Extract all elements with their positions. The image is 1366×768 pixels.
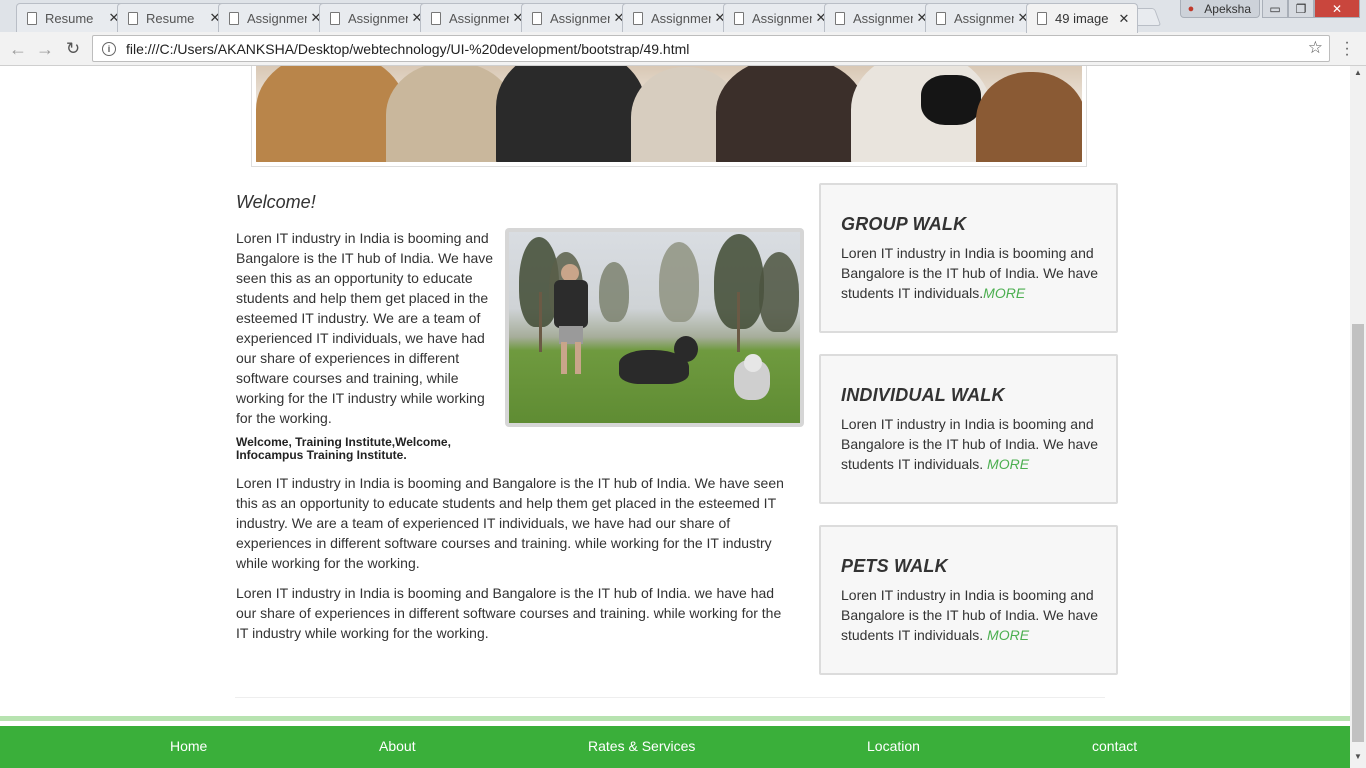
man-with-dogs-photo bbox=[509, 232, 800, 423]
browser-tab[interactable]: Resume ✕ bbox=[16, 3, 128, 32]
browser-tab[interactable]: Resume ✕ bbox=[117, 3, 229, 32]
browser-tab[interactable]: Assignment✕ bbox=[723, 3, 835, 32]
document-icon bbox=[734, 11, 744, 25]
profile-icon: ● bbox=[1187, 2, 1195, 15]
document-icon bbox=[936, 11, 946, 25]
footer-top-stripe bbox=[0, 716, 1350, 721]
bold-note: Welcome, Training Institute,Welcome, Inf… bbox=[236, 435, 451, 462]
browser-tab[interactable]: Assignment✕ bbox=[218, 3, 330, 32]
browser-tab[interactable]: Assignment✕ bbox=[521, 3, 633, 32]
maximize-button[interactable]: ❐ bbox=[1288, 0, 1314, 18]
browser-toolbar: ← → ↻ i file:///C:/Users/AKANKSHA/Deskto… bbox=[0, 32, 1366, 66]
footer-link-location[interactable]: Location bbox=[867, 738, 920, 754]
back-arrow-icon[interactable]: ← bbox=[6, 37, 30, 61]
browser-tab-strip: Resume✕ Resume✕ Assignment✕ Assignment✕ … bbox=[0, 0, 1366, 33]
more-link[interactable]: MORE bbox=[987, 627, 1029, 643]
document-icon bbox=[1037, 12, 1047, 25]
card-title: PETS WALK bbox=[841, 556, 948, 576]
browser-tab[interactable]: Assignment✕ bbox=[319, 3, 431, 32]
intro-paragraph: Loren IT industry in India is booming an… bbox=[236, 230, 494, 426]
card-text: Loren IT industry in India is booming an… bbox=[841, 587, 1099, 643]
address-bar[interactable]: i file:///C:/Users/AKANKSHA/Desktop/webt… bbox=[92, 35, 1330, 62]
footer-link-about[interactable]: About bbox=[379, 738, 416, 754]
minimize-button[interactable]: ▭ bbox=[1262, 0, 1288, 18]
browser-menu-icon[interactable]: · · · bbox=[1340, 35, 1354, 63]
more-link[interactable]: MORE bbox=[987, 456, 1029, 472]
close-tab-icon[interactable]: ✕ bbox=[1115, 11, 1133, 27]
document-icon bbox=[27, 11, 37, 25]
close-window-button[interactable]: ✕ bbox=[1314, 0, 1360, 18]
bookmark-star-icon[interactable]: ☆ bbox=[1308, 38, 1323, 58]
service-card-individual-walk: INDIVIDUAL WALK Loren IT industry in Ind… bbox=[819, 354, 1118, 504]
welcome-heading: Welcome! bbox=[236, 192, 316, 212]
profile-button[interactable]: ● Apeksha bbox=[1180, 0, 1260, 18]
page-scrollbar[interactable]: ▲ ▼ bbox=[1350, 66, 1366, 768]
document-icon bbox=[835, 11, 845, 25]
document-icon bbox=[633, 11, 643, 25]
card-text: Loren IT industry in India is booming an… bbox=[841, 245, 1099, 301]
address-text[interactable]: file:///C:/Users/AKANKSHA/Desktop/webtec… bbox=[126, 41, 689, 57]
card-title: INDIVIDUAL WALK bbox=[841, 385, 1005, 405]
body-paragraph-2: Loren IT industry in India is booming an… bbox=[236, 475, 784, 571]
footer-link-rates-services[interactable]: Rates & Services bbox=[588, 738, 695, 754]
dog-walk-photo-frame bbox=[505, 228, 804, 427]
reload-icon[interactable]: ↻ bbox=[61, 37, 85, 61]
hero-banner bbox=[251, 66, 1087, 167]
service-card-group-walk: GROUP WALK Loren IT industry in India is… bbox=[819, 183, 1118, 333]
forward-arrow-icon[interactable]: → bbox=[33, 37, 57, 61]
browser-tab[interactable]: Assignment✕ bbox=[420, 3, 532, 32]
document-icon bbox=[431, 11, 441, 25]
footer-link-home[interactable]: Home bbox=[170, 738, 207, 754]
info-icon[interactable]: i bbox=[102, 41, 116, 56]
card-text: Loren IT industry in India is booming an… bbox=[841, 416, 1099, 472]
document-icon bbox=[532, 11, 542, 25]
browser-tab-active[interactable]: 49 image ✕ bbox=[1026, 3, 1138, 33]
more-link[interactable]: MORE bbox=[983, 285, 1025, 301]
document-icon bbox=[330, 11, 340, 25]
scroll-down-arrow-icon[interactable]: ▼ bbox=[1350, 752, 1366, 766]
browser-tab[interactable]: Assignment✕ bbox=[622, 3, 734, 32]
scrollbar-thumb[interactable] bbox=[1352, 324, 1364, 742]
body-paragraph-3: Loren IT industry in India is booming an… bbox=[236, 585, 782, 641]
footer-link-contact[interactable]: contact bbox=[1092, 738, 1137, 754]
scroll-up-arrow-icon[interactable]: ▲ bbox=[1350, 68, 1366, 82]
card-title: GROUP WALK bbox=[841, 214, 967, 234]
browser-tab[interactable]: Assignment✕ bbox=[925, 3, 1037, 32]
browser-tab[interactable]: Assignment✕ bbox=[824, 3, 936, 32]
footer-nav: Home About Rates & Services Location con… bbox=[0, 726, 1350, 768]
service-card-pets-walk: PETS WALK Loren IT industry in India is … bbox=[819, 525, 1118, 675]
dogs-banner-image bbox=[256, 66, 1082, 162]
document-icon bbox=[229, 11, 239, 25]
page-viewport: Welcome! Loren IT industry in India is b… bbox=[0, 66, 1350, 768]
document-icon bbox=[128, 11, 138, 25]
